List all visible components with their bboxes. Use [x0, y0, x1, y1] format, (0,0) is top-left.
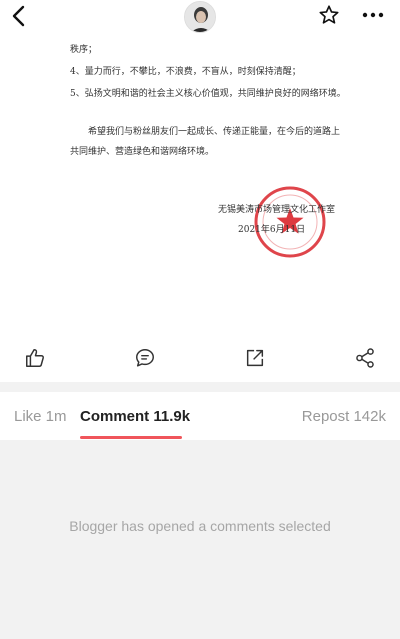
post-action-bar [0, 340, 400, 376]
document-line: 希望我们与粉丝朋友们一起成长、传递正能量，在今后的道路上 [88, 127, 341, 137]
document-line: 共同维护、营造绿色和谐网络环境。 [70, 147, 215, 157]
tab-like[interactable]: Like 1m [14, 408, 67, 425]
section-divider [0, 382, 400, 392]
share-nodes-icon[interactable] [354, 347, 376, 369]
comments-panel: Blogger has opened a comments selected [0, 440, 400, 639]
tab-comment[interactable]: Comment 11.9k [80, 408, 190, 425]
comments-status-message: Blogger has opened a comments selected [69, 518, 331, 534]
document-line: 4、量力而行，不攀比，不浪费，不盲从，时刻保持清醒； [70, 67, 301, 77]
document-line: 秩序； [70, 45, 98, 55]
comment-bubble-icon[interactable] [134, 347, 156, 369]
document-signature-org: 无锡美涛市场管理文化工作室 [218, 205, 336, 215]
share-arrow-icon[interactable] [244, 347, 266, 369]
favorite-star-icon[interactable] [318, 4, 340, 26]
more-options-icon[interactable] [360, 4, 386, 26]
avatar-portrait-icon [185, 2, 215, 32]
active-tab-indicator [80, 436, 182, 439]
tab-repost[interactable]: Repost 142k [302, 408, 386, 425]
top-nav-bar [0, 0, 400, 36]
document-image[interactable]: 秩序； 4、量力而行，不攀比，不浪费，不盲从，时刻保持清醒； 5、弘扬文明和谐的… [0, 36, 400, 328]
avatar[interactable] [184, 1, 216, 33]
document-line: 5、弘扬文明和谐的社会主义核心价值观，共同维护良好的网络环境。 [70, 89, 346, 99]
interaction-tabs: Like 1m Comment 11.9k Repost 142k [0, 392, 400, 440]
document-date: 2021年6月11日 [238, 225, 306, 235]
thumbs-up-icon[interactable] [24, 347, 46, 369]
back-arrow-icon[interactable] [8, 4, 32, 28]
